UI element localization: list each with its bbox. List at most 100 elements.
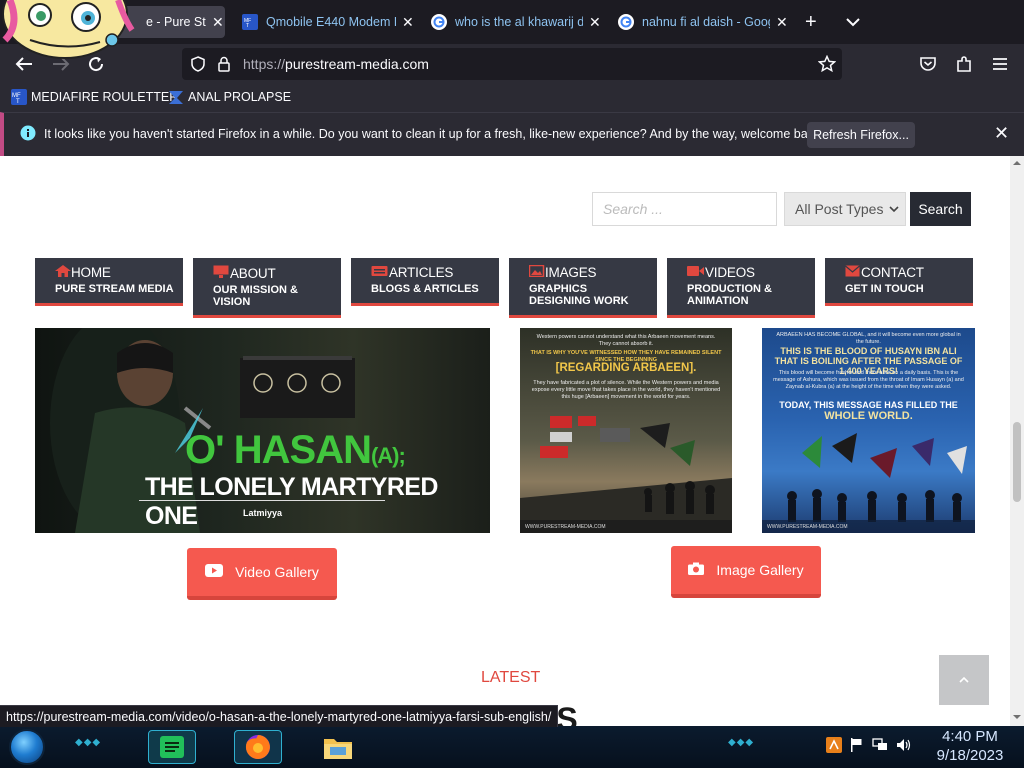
tab-title: who is the al khawarij da [455,15,583,29]
video-title-main: O' HASAN(A); [185,428,406,472]
mediafire-icon: MF T [242,14,258,30]
latest-section-label: LATEST [481,669,541,686]
list-all-tabs-chevron-icon[interactable] [846,14,860,32]
extensions-puzzle-icon[interactable] [953,53,975,75]
menu-title: ARTICLES [389,265,454,280]
tab-title: e - Pure Strea [146,15,206,29]
bookmark-label: MEDIAFIRE ROULETTER [31,90,179,104]
close-notification-icon[interactable]: ✕ [994,123,1009,144]
menu-item-about[interactable]: ABOUT OUR MISSION & VISION [193,258,341,318]
windows-taskbar: ◆◆◆ ◆◆◆ 4:40 PM 9/18/2023 [0,726,1024,768]
menu-item-home[interactable]: HOME PURE STREAM MEDIA [35,258,183,306]
taskbar-app-firefox[interactable] [234,730,282,764]
start-orb-button[interactable] [9,729,45,765]
tab-title: Qmobile E440 Modem D [266,15,396,29]
menu-subtitle: BLOGS & ARTICLES [371,283,479,295]
google-icon [618,14,634,30]
tab-title: nahnu fi al daish - Goog [642,15,770,29]
post-type-select[interactable]: All Post Types [784,192,906,226]
menu-subtitle: GET IN TOUCH [845,283,924,295]
menu-subtitle: PURE STREAM MEDIA [55,283,174,295]
updater-icon[interactable] [826,737,842,756]
video-gallery-button[interactable]: Video Gallery [187,548,337,600]
video-title-subtitle: THE LONELY MARTYRED ONE [145,473,438,530]
link-status-url: https://purestream-media.com/video/o-has… [0,705,559,727]
chevron-down-icon [889,202,899,219]
close-tab-icon[interactable]: ✕ [776,14,788,31]
new-tab-button[interactable]: + [805,12,817,32]
flag-icon[interactable] [850,738,864,755]
tab-google-1[interactable]: who is the al khawarij da ✕ [425,6,605,38]
scroll-down-arrow-icon[interactable] [1010,712,1024,722]
youtube-play-icon [205,564,224,580]
refresh-firefox-button[interactable]: Refresh Firefox... [807,122,915,148]
arbaeen-image-2[interactable]: ARBAEEN HAS BECOME GLOBAL, and it will b… [762,328,975,533]
menu-title: IMAGES [545,265,597,280]
arbaeen-image-1[interactable]: Western powers cannot understand what th… [520,328,732,533]
clock-date: 9/18/2023 [936,747,1004,764]
home-icon [55,265,71,280]
bookmark-anal-prolapse[interactable]: ANAL PROLAPSE [168,89,291,105]
envelope-icon [845,265,861,280]
firefox-icon [245,735,270,759]
bookmark-folder-icon [168,89,184,105]
site-search-input[interactable] [592,192,777,226]
navigation-toolbar: https://purestream-media.com [0,44,1024,84]
menu-title: ABOUT [230,265,276,281]
menu-item-contact[interactable]: CONTACT GET IN TOUCH [825,258,973,306]
scroll-to-top-button[interactable] [939,655,989,705]
camera-icon [688,562,705,578]
url-bar[interactable]: https://purestream-media.com [182,48,842,80]
image-icon [528,264,545,280]
notification-text: It looks like you haven't started Firefo… [44,127,824,141]
lock-icon[interactable] [217,56,231,77]
scrollbar-thumb[interactable] [1013,422,1021,502]
bookmark-mediafire-rouletter[interactable]: MF T MEDIAFIRE ROULETTER [11,89,178,105]
close-tab-icon[interactable]: ✕ [589,14,601,31]
monitor-icon [213,265,230,281]
speaker-icon[interactable] [896,738,912,755]
video-tag: Latmiyya [243,508,283,518]
taskbar-app-notes[interactable] [148,730,196,764]
menu-item-articles[interactable]: ARTICLES BLOGS & ARTICLES [351,258,499,306]
network-icon[interactable] [872,738,888,755]
app-menu-hamburger-icon[interactable] [989,53,1011,75]
featured-video-thumbnail[interactable]: O' HASAN(A); THE LONELY MARTYRED ONE Lat… [35,328,490,533]
taskbar-app-explorer[interactable] [314,730,362,764]
tab-strip: e - Pure Strea ✕ MFT Qmobile E440 Modem … [0,0,1024,44]
image-gallery-button[interactable]: Image Gallery [671,546,821,598]
tab-qmobile[interactable]: MF T Qmobile E440 Modem D ✕ [236,6,416,38]
image2-footer: WWW.PURESTREAM-MEDIA.COM [767,524,848,530]
menu-title: CONTACT [861,265,924,280]
bookmark-label: ANAL PROLAPSE [188,90,292,104]
image1-footer: WWW.PURESTREAM-MEDIA.COM [525,524,606,530]
svg-text:T: T [246,23,249,29]
page-scrollbar[interactable] [1010,156,1024,726]
bookmarks-toolbar: MF T MEDIAFIRE ROULETTER ANAL PROLAPSE [0,84,1024,112]
pocket-icon[interactable] [917,53,939,75]
system-tray [826,737,912,756]
clock[interactable]: 4:40 PM 9/18/2023 [930,727,1010,765]
menu-subtitle: OUR MISSION & VISION [213,284,298,308]
video-gallery-label: Video Gallery [235,564,319,580]
close-tab-icon[interactable]: ✕ [212,14,224,31]
tracking-protection-shield-icon[interactable] [190,56,206,77]
google-icon [431,14,447,30]
web-page: All Post Types Search HOME PURE STREAM M… [0,156,1010,726]
search-button[interactable]: Search [910,192,971,226]
refresh-firefox-notification: It looks like you haven't started Firefo… [0,112,1024,156]
image2-photo-scene [762,433,975,533]
folder-icon [324,739,352,759]
svg-text:T: T [16,99,20,105]
url-text[interactable]: https://purestream-media.com [243,56,429,72]
tab-google-2[interactable]: nahnu fi al daish - Goog ✕ [612,6,792,38]
mediafire-icon: MF T [11,89,27,105]
menu-item-videos[interactable]: VIDEOS PRODUCTION & ANIMATION [667,258,815,318]
close-tab-icon[interactable]: ✕ [402,14,414,31]
post-type-value: All Post Types [795,201,884,217]
scroll-up-arrow-icon[interactable] [1010,158,1024,168]
taskbar-decoration: ◆◆◆ [75,737,102,748]
info-icon [20,125,36,146]
menu-item-images[interactable]: IMAGES GRAPHICS DESIGNING WORK [509,258,657,318]
bookmark-star-icon[interactable] [817,54,837,78]
